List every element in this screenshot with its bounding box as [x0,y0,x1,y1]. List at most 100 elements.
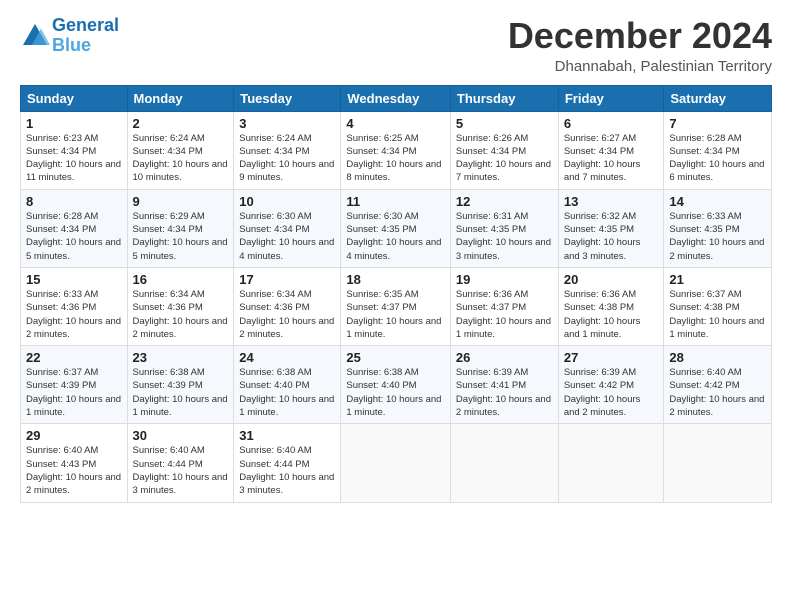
page: GeneralBlue December 2024 Dhannabah, Pal… [0,0,792,612]
day-number: 14 [669,194,766,209]
calendar-week-4: 22Sunrise: 6:37 AMSunset: 4:39 PMDayligh… [21,346,772,424]
day-info: Sunrise: 6:24 AMSunset: 4:34 PMDaylight:… [133,132,229,185]
day-number: 16 [133,272,229,287]
day-info: Sunrise: 6:40 AMSunset: 4:44 PMDaylight:… [133,444,229,497]
day-number: 5 [456,116,553,131]
day-info: Sunrise: 6:26 AMSunset: 4:34 PMDaylight:… [456,132,553,185]
day-number: 10 [239,194,335,209]
table-row: 8Sunrise: 6:28 AMSunset: 4:34 PMDaylight… [21,189,128,267]
table-row: 28Sunrise: 6:40 AMSunset: 4:42 PMDayligh… [664,346,772,424]
day-info: Sunrise: 6:36 AMSunset: 4:37 PMDaylight:… [456,288,553,341]
day-info: Sunrise: 6:38 AMSunset: 4:40 PMDaylight:… [239,366,335,419]
table-row: 18Sunrise: 6:35 AMSunset: 4:37 PMDayligh… [341,267,451,345]
table-row: 26Sunrise: 6:39 AMSunset: 4:41 PMDayligh… [450,346,558,424]
table-row [558,424,664,502]
table-row [341,424,451,502]
logo: GeneralBlue [20,16,119,56]
table-row: 1Sunrise: 6:23 AMSunset: 4:34 PMDaylight… [21,111,128,189]
calendar-header-row: Sunday Monday Tuesday Wednesday Thursday… [21,85,772,111]
day-info: Sunrise: 6:25 AMSunset: 4:34 PMDaylight:… [346,132,445,185]
table-row: 16Sunrise: 6:34 AMSunset: 4:36 PMDayligh… [127,267,234,345]
day-info: Sunrise: 6:40 AMSunset: 4:42 PMDaylight:… [669,366,766,419]
day-number: 13 [564,194,659,209]
day-number: 30 [133,428,229,443]
day-info: Sunrise: 6:33 AMSunset: 4:36 PMDaylight:… [26,288,122,341]
day-info: Sunrise: 6:32 AMSunset: 4:35 PMDaylight:… [564,210,659,263]
day-info: Sunrise: 6:33 AMSunset: 4:35 PMDaylight:… [669,210,766,263]
day-info: Sunrise: 6:34 AMSunset: 4:36 PMDaylight:… [239,288,335,341]
table-row: 25Sunrise: 6:38 AMSunset: 4:40 PMDayligh… [341,346,451,424]
day-info: Sunrise: 6:39 AMSunset: 4:41 PMDaylight:… [456,366,553,419]
table-row: 10Sunrise: 6:30 AMSunset: 4:34 PMDayligh… [234,189,341,267]
day-number: 6 [564,116,659,131]
logo-icon [20,21,50,51]
day-info: Sunrise: 6:38 AMSunset: 4:39 PMDaylight:… [133,366,229,419]
day-info: Sunrise: 6:31 AMSunset: 4:35 PMDaylight:… [456,210,553,263]
day-info: Sunrise: 6:28 AMSunset: 4:34 PMDaylight:… [669,132,766,185]
col-wednesday: Wednesday [341,85,451,111]
day-number: 18 [346,272,445,287]
day-number: 23 [133,350,229,365]
day-info: Sunrise: 6:23 AMSunset: 4:34 PMDaylight:… [26,132,122,185]
day-info: Sunrise: 6:35 AMSunset: 4:37 PMDaylight:… [346,288,445,341]
day-number: 17 [239,272,335,287]
day-info: Sunrise: 6:40 AMSunset: 4:44 PMDaylight:… [239,444,335,497]
day-info: Sunrise: 6:30 AMSunset: 4:34 PMDaylight:… [239,210,335,263]
day-number: 7 [669,116,766,131]
day-number: 3 [239,116,335,131]
day-info: Sunrise: 6:39 AMSunset: 4:42 PMDaylight:… [564,366,659,419]
day-number: 26 [456,350,553,365]
table-row: 30Sunrise: 6:40 AMSunset: 4:44 PMDayligh… [127,424,234,502]
logo-text: GeneralBlue [52,16,119,56]
header: GeneralBlue December 2024 Dhannabah, Pal… [20,16,772,75]
day-info: Sunrise: 6:38 AMSunset: 4:40 PMDaylight:… [346,366,445,419]
day-number: 31 [239,428,335,443]
day-number: 20 [564,272,659,287]
table-row [450,424,558,502]
day-number: 8 [26,194,122,209]
table-row: 27Sunrise: 6:39 AMSunset: 4:42 PMDayligh… [558,346,664,424]
col-saturday: Saturday [664,85,772,111]
day-number: 29 [26,428,122,443]
table-row: 11Sunrise: 6:30 AMSunset: 4:35 PMDayligh… [341,189,451,267]
calendar-week-1: 1Sunrise: 6:23 AMSunset: 4:34 PMDaylight… [21,111,772,189]
table-row: 9Sunrise: 6:29 AMSunset: 4:34 PMDaylight… [127,189,234,267]
table-row: 17Sunrise: 6:34 AMSunset: 4:36 PMDayligh… [234,267,341,345]
day-info: Sunrise: 6:30 AMSunset: 4:35 PMDaylight:… [346,210,445,263]
day-number: 21 [669,272,766,287]
table-row: 12Sunrise: 6:31 AMSunset: 4:35 PMDayligh… [450,189,558,267]
day-info: Sunrise: 6:37 AMSunset: 4:38 PMDaylight:… [669,288,766,341]
table-row: 2Sunrise: 6:24 AMSunset: 4:34 PMDaylight… [127,111,234,189]
table-row: 3Sunrise: 6:24 AMSunset: 4:34 PMDaylight… [234,111,341,189]
table-row: 15Sunrise: 6:33 AMSunset: 4:36 PMDayligh… [21,267,128,345]
day-number: 15 [26,272,122,287]
table-row: 20Sunrise: 6:36 AMSunset: 4:38 PMDayligh… [558,267,664,345]
day-number: 9 [133,194,229,209]
table-row: 24Sunrise: 6:38 AMSunset: 4:40 PMDayligh… [234,346,341,424]
table-row: 7Sunrise: 6:28 AMSunset: 4:34 PMDaylight… [664,111,772,189]
day-number: 28 [669,350,766,365]
table-row: 22Sunrise: 6:37 AMSunset: 4:39 PMDayligh… [21,346,128,424]
day-number: 2 [133,116,229,131]
day-info: Sunrise: 6:29 AMSunset: 4:34 PMDaylight:… [133,210,229,263]
calendar-week-5: 29Sunrise: 6:40 AMSunset: 4:43 PMDayligh… [21,424,772,502]
table-row: 14Sunrise: 6:33 AMSunset: 4:35 PMDayligh… [664,189,772,267]
calendar-week-3: 15Sunrise: 6:33 AMSunset: 4:36 PMDayligh… [21,267,772,345]
day-info: Sunrise: 6:36 AMSunset: 4:38 PMDaylight:… [564,288,659,341]
day-info: Sunrise: 6:40 AMSunset: 4:43 PMDaylight:… [26,444,122,497]
day-info: Sunrise: 6:27 AMSunset: 4:34 PMDaylight:… [564,132,659,185]
month-title: December 2024 [508,16,772,56]
table-row: 5Sunrise: 6:26 AMSunset: 4:34 PMDaylight… [450,111,558,189]
table-row: 29Sunrise: 6:40 AMSunset: 4:43 PMDayligh… [21,424,128,502]
day-info: Sunrise: 6:37 AMSunset: 4:39 PMDaylight:… [26,366,122,419]
day-number: 19 [456,272,553,287]
col-tuesday: Tuesday [234,85,341,111]
day-number: 24 [239,350,335,365]
table-row: 13Sunrise: 6:32 AMSunset: 4:35 PMDayligh… [558,189,664,267]
table-row: 31Sunrise: 6:40 AMSunset: 4:44 PMDayligh… [234,424,341,502]
col-thursday: Thursday [450,85,558,111]
title-block: December 2024 Dhannabah, Palestinian Ter… [508,16,772,75]
day-info: Sunrise: 6:28 AMSunset: 4:34 PMDaylight:… [26,210,122,263]
table-row [664,424,772,502]
calendar-week-2: 8Sunrise: 6:28 AMSunset: 4:34 PMDaylight… [21,189,772,267]
